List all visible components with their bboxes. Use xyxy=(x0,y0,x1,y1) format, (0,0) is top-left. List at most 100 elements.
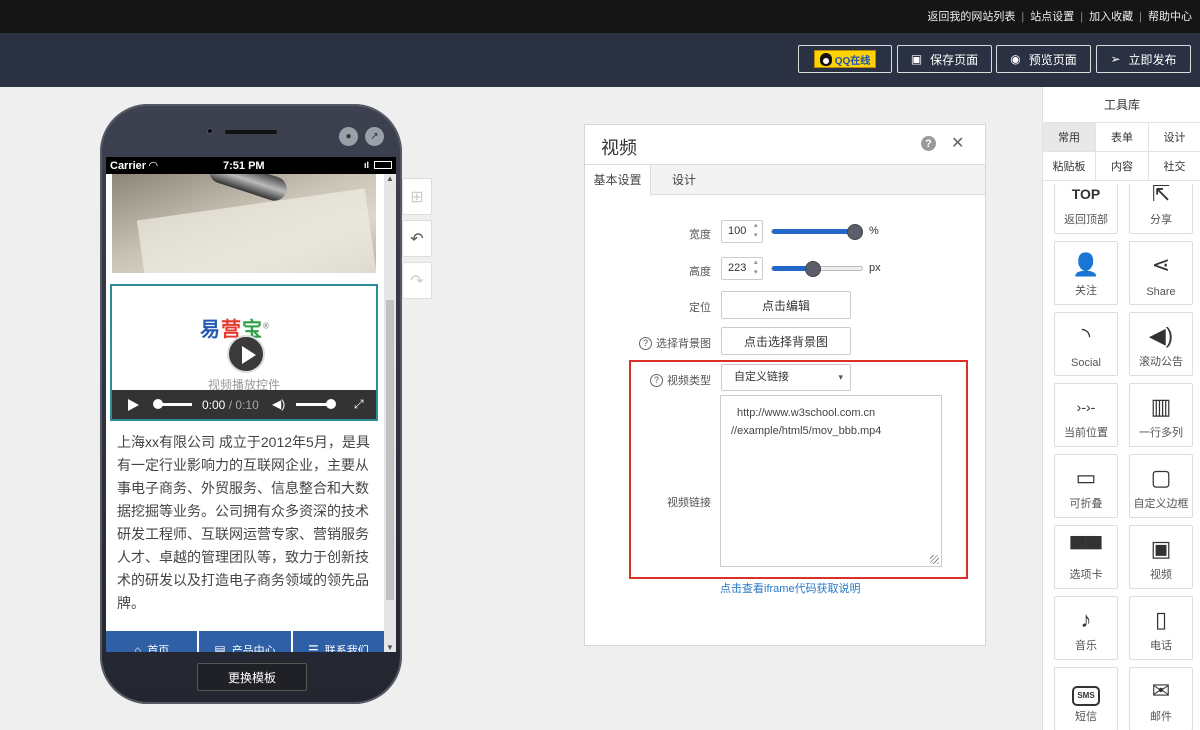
play-icon[interactable] xyxy=(128,399,139,411)
status-time: 7:51 PM xyxy=(223,159,265,172)
tab-design[interactable]: 设计 xyxy=(1148,122,1200,152)
company-description: 上海xx有限公司 成立于2012年5月，是具有一定行业影响力的互联网企业，主要从… xyxy=(117,434,370,611)
save-page-button[interactable]: ▣ 保存页面 xyxy=(897,45,992,73)
tab-content[interactable]: 内容 xyxy=(1095,151,1149,181)
phone-scrollbar[interactable]: ▲ ▼ xyxy=(384,174,396,652)
close-icon[interactable]: ✕ xyxy=(951,133,964,153)
tool-speaker[interactable]: ◀) 滚动公告 xyxy=(1129,312,1193,376)
tool-label: 返回顶部 xyxy=(1064,214,1108,226)
top-bar: 返回我的网站列表 | 站点设置 | 加入收藏 | 帮助中心 xyxy=(0,0,1200,33)
list-icon: ☰ xyxy=(307,643,319,652)
qq-label: QQ在线 xyxy=(834,55,871,67)
signal-icon: ıl xyxy=(363,160,369,170)
tool-mail[interactable]: ✉ 邮件 xyxy=(1129,667,1193,730)
undo-icon[interactable]: ↶ xyxy=(402,220,432,257)
paper-plane-icon: ➢ xyxy=(1110,52,1121,66)
play-big-icon[interactable] xyxy=(227,335,265,373)
tab-design[interactable]: 设计 xyxy=(651,165,717,194)
tab-basic-settings[interactable]: 基本设置 xyxy=(585,165,651,196)
tool-columns[interactable]: ▥ 一行多列 xyxy=(1129,383,1193,447)
scroll-down-icon[interactable]: ▼ xyxy=(386,643,394,652)
change-template-button[interactable]: 更换模板 xyxy=(197,663,307,691)
tool-breadcrumb[interactable]: ›-›- 当前位置 xyxy=(1054,383,1118,447)
height-slider[interactable] xyxy=(771,261,863,277)
fullscreen-icon[interactable]: ⤢ xyxy=(354,397,364,412)
link-help-center[interactable]: 帮助中心 xyxy=(1148,8,1192,24)
layout-grid-icon[interactable]: ⊞ xyxy=(402,178,432,215)
speaker-grille xyxy=(225,130,277,134)
tool-rss[interactable]: ◝ Social xyxy=(1054,312,1118,376)
save-label: 保存页面 xyxy=(930,52,979,67)
nav-contact[interactable]: ☰ 联系我们 xyxy=(292,631,384,652)
toolbox-panel: 工具库 常用 表单 设计 粘贴板 内容 社交 TOP 返回顶部 ⇱ 分享 👤 关注 ⋖ Sha… xyxy=(1042,87,1200,730)
position-label: 定位 xyxy=(689,302,711,314)
tool-top[interactable]: TOP 返回顶部 xyxy=(1054,184,1118,234)
width-unit: % xyxy=(869,225,879,237)
chat-bubble-icon[interactable]: ● xyxy=(339,127,358,146)
seek-bar[interactable] xyxy=(153,399,192,409)
tool-music[interactable]: ♪ 音乐 xyxy=(1054,596,1118,660)
height-slider-knob[interactable] xyxy=(804,261,821,277)
height-row: 高度 223 px xyxy=(585,255,985,283)
wifi-icon: ◠ xyxy=(149,160,158,172)
phone-preview: ● ↗ Carrier ◠ 7:51 PM ıl 易营宝® 视频播放控件 0:0… xyxy=(100,104,402,704)
width-slider[interactable] xyxy=(771,224,863,240)
tool-sms[interactable]: SMS 短信 xyxy=(1054,667,1118,730)
tool-label: 关注 xyxy=(1075,285,1097,297)
toolbox-tabs: 常用 表单 设计 粘贴板 内容 社交 xyxy=(1042,122,1200,181)
tool-label: 可折叠 xyxy=(1069,498,1103,510)
iframe-help-link[interactable]: 点击查看iframe代码获取说明 xyxy=(720,580,861,596)
help-icon[interactable]: ? xyxy=(921,136,936,151)
link-my-sites[interactable]: 返回我的网站列表 xyxy=(927,8,1015,24)
height-input[interactable]: 223 xyxy=(721,257,763,280)
scroll-thumb[interactable] xyxy=(386,300,394,600)
border-icon: ▢ xyxy=(1150,465,1172,490)
pen-shape xyxy=(206,174,290,204)
tool-collapse[interactable]: ▭ 可折叠 xyxy=(1054,454,1118,518)
scroll-up-icon[interactable]: ▲ xyxy=(386,174,394,183)
rss-icon: ◝ xyxy=(1081,323,1091,348)
tool-share[interactable]: ⋖ Share xyxy=(1129,241,1193,305)
tool-label: Share xyxy=(1146,286,1176,298)
nav-products[interactable]: ▤ 产品中心 xyxy=(199,631,291,652)
phone-icon: ▯ xyxy=(1154,607,1168,632)
redo-icon[interactable]: ↷ xyxy=(402,262,432,299)
tool-share-out[interactable]: ⇱ 分享 xyxy=(1129,184,1193,234)
question-icon[interactable]: ? xyxy=(639,336,652,350)
publish-button[interactable]: ➢ 立即发布 xyxy=(1096,45,1191,73)
width-input[interactable]: 100 xyxy=(721,220,763,243)
link-site-settings[interactable]: 站点设置 xyxy=(1030,8,1074,24)
volume-icon[interactable]: ◀) xyxy=(272,397,285,411)
qq-online-button[interactable]: QQ在线 xyxy=(798,45,892,73)
tool-label: 电话 xyxy=(1150,640,1172,652)
chart-icon[interactable]: ↗ xyxy=(365,127,384,146)
tool-video[interactable]: ▣ 视频 xyxy=(1129,525,1193,589)
follow-icon: 👤 xyxy=(1072,252,1100,277)
edit-position-button[interactable]: 点击编辑 xyxy=(721,291,851,319)
tool-follow[interactable]: 👤 关注 xyxy=(1054,241,1118,305)
speaker-icon: ◀) xyxy=(1148,323,1174,348)
volume-slider[interactable] xyxy=(296,399,336,409)
choose-background-button[interactable]: 点击选择背景图 xyxy=(721,327,851,355)
tab-form[interactable]: 表单 xyxy=(1095,122,1149,152)
video-time: 0:00 / 0:10 xyxy=(202,398,259,412)
tab-clipboard[interactable]: 粘贴板 xyxy=(1042,151,1096,181)
tab-social[interactable]: 社交 xyxy=(1148,151,1200,181)
home-icon: ⌂ xyxy=(134,643,142,652)
link-add-favorite[interactable]: 加入收藏 xyxy=(1089,8,1133,24)
width-slider-knob[interactable] xyxy=(846,224,863,240)
preview-label: 预览页面 xyxy=(1028,52,1077,67)
video-widget[interactable]: 易营宝® 视频播放控件 0:00 / 0:10 ◀) ⤢ xyxy=(110,284,378,421)
video-controls: 0:00 / 0:10 ◀) ⤢ xyxy=(112,390,376,419)
tool-phone[interactable]: ▯ 电话 xyxy=(1129,596,1193,660)
nav-home[interactable]: ⌂ 首页 xyxy=(106,631,198,652)
preview-page-button[interactable]: ◉ 预览页面 xyxy=(996,45,1091,73)
separator: | xyxy=(1139,11,1142,23)
publish-label: 立即发布 xyxy=(1128,52,1177,67)
tool-grid: TOP 返回顶部 ⇱ 分享 👤 关注 ⋖ Share ◝ Social ◀) 滚动公告 ›-›- 当前位置… xyxy=(1043,184,1200,730)
page-content: 易营宝® 视频播放控件 0:00 / 0:10 ◀) ⤢ 上海xx有限公司 成立… xyxy=(106,174,384,652)
tab-common[interactable]: 常用 xyxy=(1042,122,1096,152)
tool-border[interactable]: ▢ 自定义边框 xyxy=(1129,454,1193,518)
tool-label: 短信 xyxy=(1075,711,1097,723)
tool-tabs[interactable]: ▀▀ 选项卡 xyxy=(1054,525,1118,589)
